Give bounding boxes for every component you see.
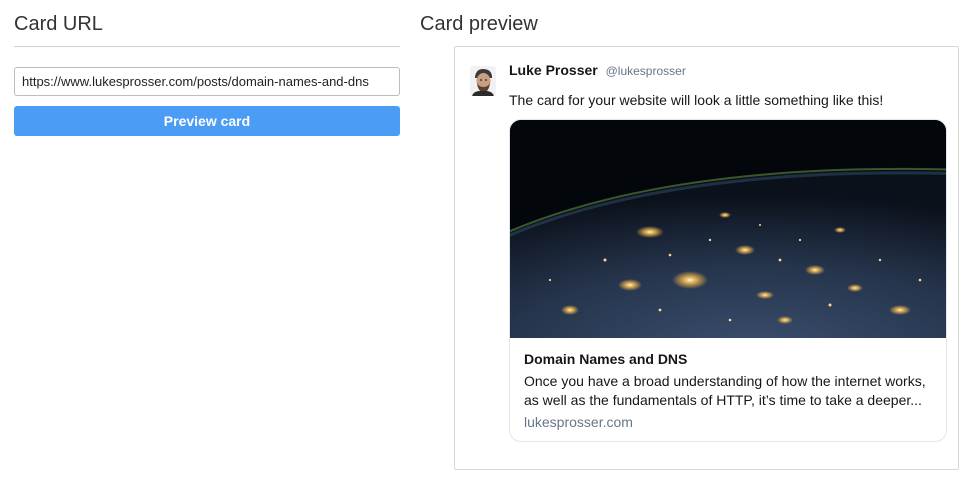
card-body: Domain Names and DNS Once you have a bro… xyxy=(510,338,946,431)
tweet-author: Luke Prosser @lukesprosser xyxy=(509,62,686,78)
link-card[interactable]: Domain Names and DNS Once you have a bro… xyxy=(509,119,947,442)
card-url-title: Card URL xyxy=(14,13,103,35)
card-domain: lukesprosser.com xyxy=(524,414,633,430)
tweet-preview: Luke Prosser @lukesprosser The card for … xyxy=(454,46,959,470)
card-preview-title: Card preview xyxy=(420,13,538,35)
preview-card-button[interactable]: Preview card xyxy=(14,106,400,136)
divider xyxy=(14,46,400,47)
author-handle[interactable]: @lukesprosser xyxy=(606,64,686,78)
user-avatar-icon xyxy=(470,66,496,96)
card-title: Domain Names and DNS xyxy=(524,351,688,367)
tweet-text: The card for your website will look a li… xyxy=(509,92,884,108)
url-input[interactable] xyxy=(14,67,400,96)
card-url-panel: Card URL Preview card xyxy=(14,12,400,136)
earth-at-night-image xyxy=(510,120,946,338)
card-description: Once you have a broad understanding of h… xyxy=(524,373,926,408)
author-name[interactable]: Luke Prosser xyxy=(509,62,598,78)
card-preview-panel: Card preview xyxy=(420,12,538,36)
avatar[interactable] xyxy=(470,66,496,96)
